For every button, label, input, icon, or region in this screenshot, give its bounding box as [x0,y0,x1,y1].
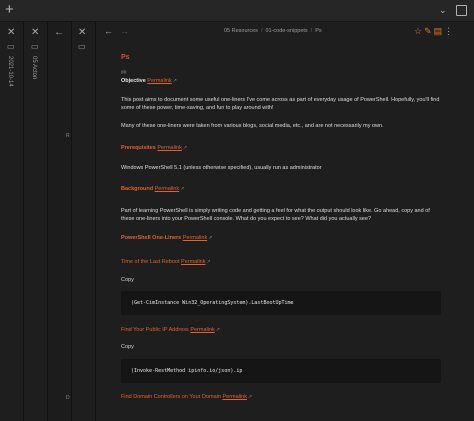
objective-label: Objective [121,78,146,84]
permalink-link[interactable]: Permalink [157,145,181,151]
external-link-icon: ↗ [172,78,177,84]
objective-line: Objective Permalink↗ [121,77,177,85]
background-heading: Background Permalink↗ [121,186,185,192]
external-link-icon: ↗ [180,186,185,192]
external-link-icon: ↗ [208,235,213,241]
breadcrumb: 05 Resources/01-code-snippets / Ps [224,28,322,34]
heading-marker: ## [121,70,127,76]
background-text: Part of learning PowerShell is simply wr… [121,208,430,222]
intro-paragraph: This post aims to document some useful o… [121,97,440,111]
prerequisites-text: Windows PowerShell 5.1 (unless otherwise… [121,165,322,171]
close-icon[interactable]: ✕ [78,28,86,38]
back-arrow-icon[interactable]: ← [54,28,64,38]
permalink-link[interactable]: Permalink [155,186,179,192]
copy-button[interactable]: Copy [121,343,134,351]
close-icon[interactable]: ✕ [7,28,15,38]
permalink-link[interactable]: Permalink [181,259,205,265]
oneliners-heading: PowerShell One-Liners Permalink↗ [121,235,213,241]
layout-icon[interactable] [456,5,467,16]
permalink-link[interactable]: Permalink [190,327,214,333]
external-link-icon: ↗ [182,145,188,151]
file-icon: ▭ [7,42,15,51]
external-link-icon: ↗ [206,259,211,265]
external-link-icon: ↗ [215,327,220,333]
note-pane: ← → 05 Resources/01-code-snippets / Ps ☆ ✎ ▤… [96,22,474,421]
code-text: (Invoke-RestMethod ipinfo.io/json).ip [131,368,243,374]
close-icon[interactable]: ✕ [31,28,39,38]
file-icon: ▭ [31,42,39,51]
code-block[interactable]: (Get-CimInstance Win32_OperatingSystem).… [121,291,441,315]
chevron-down-icon[interactable]: ⌄ [439,5,447,16]
forward-arrow-icon[interactable]: → [120,26,129,36]
stacked-pane-1[interactable]: ✕ ▭ 2021-10-14 [0,22,24,421]
copy-button[interactable]: Copy [121,276,134,284]
permalink-link[interactable]: Permalink [183,235,207,241]
item-heading: Find Domain Controllers on Your Domain P… [121,394,253,400]
top-bar: + ⌄ [0,0,474,22]
bookmark-star-icon[interactable]: ☆ [414,26,422,36]
code-text: (Get-CimInstance Win32_OperatingSystem).… [131,300,294,306]
reading-mode-icon[interactable]: ▤ [434,26,443,36]
stacked-pane-3[interactable]: ← R D [48,22,72,421]
item-heading: Time of the Last Reboot Permalink↗ [121,259,211,265]
pane-title[interactable]: 2021-10-14 [7,56,13,87]
edit-icon[interactable]: ✎ [424,26,432,36]
stacked-pane-4[interactable]: ✕ ▭ [72,22,96,421]
breadcrumb-item[interactable]: 01-code-snippets [265,28,307,34]
page-title: Ps [121,54,130,61]
code-block[interactable]: (Invoke-RestMethod ipinfo.io/json).ip [121,359,441,383]
item-heading: Find Your Public IP Address Permalink↗ [121,327,220,333]
permalink-link[interactable]: Permalink [147,78,171,84]
pane-title[interactable]: 05 Acton [31,56,37,79]
back-arrow-icon[interactable]: ← [104,26,113,36]
prerequisites-heading: Prerequisites Permalink↗ [121,145,188,151]
pane-text-fragment: R [66,133,70,139]
plus-icon[interactable]: + [5,1,14,19]
intro-paragraph-2: Many of these one-liners were taken from… [121,123,384,129]
stacked-pane-2[interactable]: ✕ ▭ 05 Acton [24,22,48,421]
view-actions: ☆ ✎ ▤ ⋮ [414,26,455,37]
breadcrumb-item[interactable]: Ps [315,28,321,34]
pane-text-fragment: D [66,395,70,401]
breadcrumb-item[interactable]: 05 Resources [224,28,258,34]
view-header: ← → 05 Resources/01-code-snippets / Ps ☆ ✎ ▤… [96,22,474,42]
more-options-icon[interactable]: ⋮ [444,26,453,36]
file-icon: ▭ [78,42,86,51]
external-link-icon: ↗ [247,394,253,400]
permalink-link[interactable]: Permalink [223,394,247,400]
